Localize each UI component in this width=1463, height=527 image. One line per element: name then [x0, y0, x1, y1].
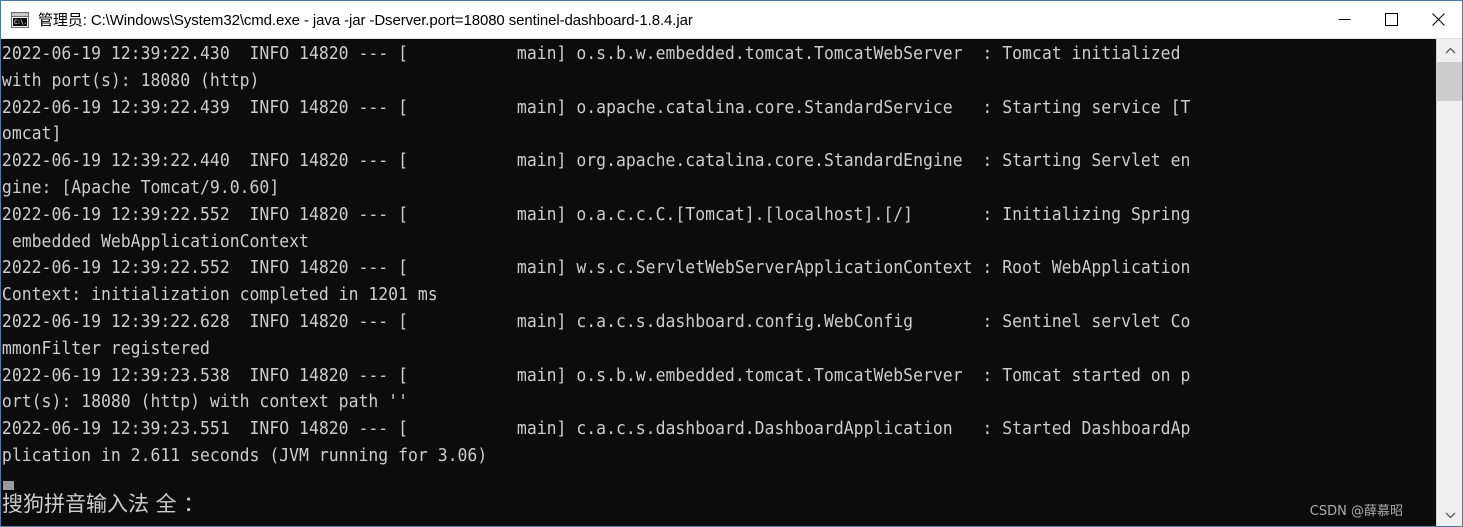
csdn-watermark: CSDN @薛慕昭 [1309, 504, 1403, 519]
close-icon [1432, 13, 1445, 26]
window-controls [1321, 1, 1462, 39]
cmd-icon-prompt-text: C:\. [13, 17, 27, 26]
title-bar[interactable]: C:\. 管理员: C:\Windows\System32\cmd.exe - … [1, 1, 1462, 39]
console-output-area[interactable]: 2022-06-19 12:39:22.430 INFO 14820 --- [… [1, 39, 1436, 526]
minimize-icon [1338, 19, 1351, 20]
maximize-button[interactable] [1368, 1, 1415, 39]
maximize-icon [1385, 13, 1398, 26]
chevron-down-icon [1445, 512, 1455, 518]
cmd-icon-titlebar-strip [12, 12, 28, 17]
scrollbar-track[interactable] [1437, 62, 1462, 503]
minimize-button[interactable] [1321, 1, 1368, 39]
chevron-up-icon [1445, 47, 1455, 53]
vertical-scrollbar[interactable] [1436, 39, 1462, 526]
cmd-console-icon: C:\. [11, 11, 29, 28]
scrollbar-thumb[interactable] [1437, 62, 1462, 101]
console-log-text: 2022-06-19 12:39:22.430 INFO 14820 --- [… [1, 44, 1191, 466]
window-title: 管理员: C:\Windows\System32\cmd.exe - java … [38, 12, 693, 29]
close-button[interactable] [1415, 1, 1462, 39]
scroll-down-button[interactable] [1437, 503, 1462, 526]
scroll-up-button[interactable] [1437, 39, 1462, 62]
console-window: C:\. 管理员: C:\Windows\System32\cmd.exe - … [0, 0, 1463, 527]
ime-status-line: 搜狗拼音输入法 全 ： [2, 492, 205, 516]
